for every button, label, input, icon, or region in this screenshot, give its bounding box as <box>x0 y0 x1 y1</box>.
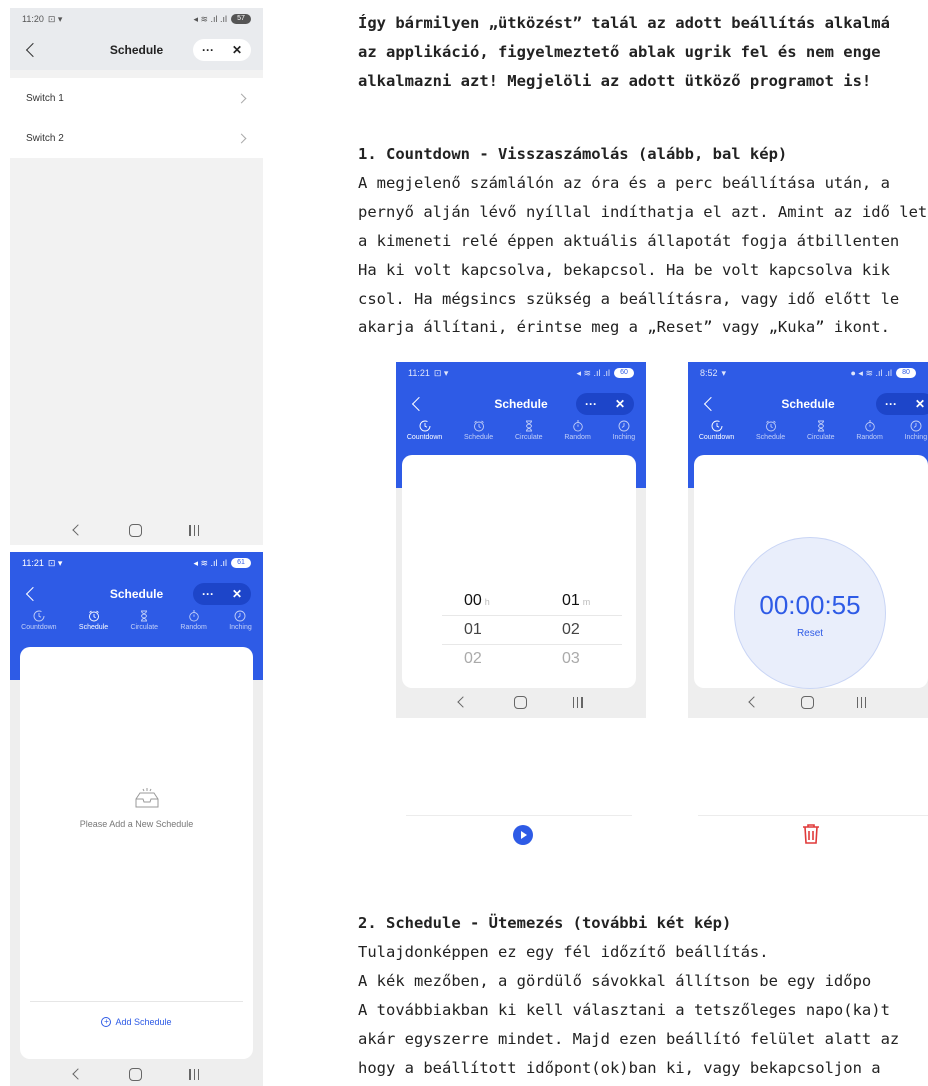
tab-random[interactable]: Random <box>180 610 207 631</box>
status-bar: 11:20 ⊡ ▾ ◂ ≋ .ıl .ıl 57 <box>10 8 263 30</box>
signal-icons: ◂ ≋ .ıl .ıl <box>193 13 227 24</box>
schedule-card: Please Add a New Schedule + Add Schedule <box>20 647 253 1059</box>
article-line: alkalmazni azt! Megjelöli az adott ütköz… <box>358 72 872 90</box>
more-icon[interactable]: ··· <box>202 587 214 601</box>
article-line: akár egyszerre mindet. Majd ezen beállít… <box>358 1030 900 1048</box>
title-bar: Schedule ··· ✕ <box>10 30 263 70</box>
switch-label: Switch 2 <box>26 132 64 144</box>
article-line: akarja állítani, érintse meg a „Reset” v… <box>358 318 890 336</box>
mini-program-capsule: ··· ✕ <box>193 39 251 61</box>
close-icon[interactable]: ✕ <box>232 43 242 57</box>
tab-label: Random <box>180 624 207 631</box>
section-heading: 1. Countdown - Visszaszámolás (alább, ba… <box>358 145 788 163</box>
switch-item-1[interactable]: Switch 1 <box>10 78 263 118</box>
stopwatch-icon <box>188 610 199 622</box>
empty-state-text: Please Add a New Schedule <box>79 819 194 829</box>
tab-label: Inching <box>229 624 252 631</box>
status-time: 11:20 <box>22 14 44 24</box>
nav-recents-icon[interactable] <box>189 1068 200 1080</box>
divider <box>30 1001 243 1002</box>
tab-label: Countdown <box>21 624 57 631</box>
phone-screenshot-switch-list: 11:20 ⊡ ▾ ◂ ≋ .ıl .ıl 57 Schedule ··· ✕ Sw… <box>10 8 263 545</box>
mode-tabs: Countdown Schedule Circulate Random Inch… <box>10 610 263 631</box>
add-schedule-label: Add Schedule <box>115 1017 172 1027</box>
alarm-icon <box>88 610 99 622</box>
hourglass-icon <box>141 610 148 622</box>
chevron-right-icon <box>236 93 247 103</box>
battery-icon: 57 <box>231 14 251 24</box>
article-line: Tulajdonképpen ez egy fél időzítő beállí… <box>358 943 769 961</box>
nav-home-icon[interactable] <box>129 1067 143 1081</box>
switch-item-2[interactable]: Switch 2 <box>10 118 263 158</box>
add-schedule-button[interactable]: + Add Schedule <box>20 1017 253 1027</box>
article-line: csol. Ha mégsincs szükség a beállításra,… <box>358 290 900 308</box>
countdown-icon <box>33 610 45 622</box>
article-line: hogy a beállított időpont(ok)ban ki, vag… <box>358 1059 881 1077</box>
phone-screenshot-schedule-empty: 11:21 ⊡ ▾ ◂ ≋ .ıl .ıl 61 Schedule ··· ✕ Co… <box>10 552 263 1086</box>
notification-icons: ⊡ ▾ <box>47 557 63 568</box>
nav-back-icon[interactable] <box>72 524 84 536</box>
article-line: A kék mezőben, a gördülő sávokkal állíts… <box>358 972 872 990</box>
tab-inching[interactable]: Inching <box>229 610 252 631</box>
article-line: pernyő alján lévő nyíllal indíthatja el … <box>358 203 928 221</box>
close-icon[interactable]: ✕ <box>232 587 242 601</box>
tab-circulate[interactable]: Circulate <box>130 610 158 631</box>
tab-countdown[interactable]: Countdown <box>21 610 57 631</box>
battery-icon: 61 <box>231 558 251 568</box>
article-text: Így bármilyen „ütközést” talál az adott … <box>358 0 928 1086</box>
nav-recents-icon[interactable] <box>189 524 200 536</box>
android-nav-bar <box>10 520 263 540</box>
empty-tray-icon <box>135 788 159 808</box>
tab-label: Circulate <box>130 624 159 631</box>
status-time: 11:21 <box>22 558 44 568</box>
article-line: az applikáció, figyelmeztető ablak ugrik… <box>358 43 881 61</box>
section-heading: 2. Schedule - Ütemezés (további két kép) <box>358 914 732 932</box>
inching-icon <box>235 610 246 622</box>
nav-home-icon[interactable] <box>129 523 143 537</box>
switch-list: Switch 1 Switch 2 <box>10 78 263 158</box>
title-bar: Schedule ··· ✕ <box>10 574 263 614</box>
article-line: A továbbiakban ki kell választani a tets… <box>358 1001 890 1019</box>
switch-label: Switch 1 <box>26 92 64 104</box>
notification-icons: ⊡ ▾ <box>47 13 63 24</box>
more-icon[interactable]: ··· <box>202 43 214 57</box>
article-line: Ha ki volt kapcsolva, bekapcsol. Ha be v… <box>358 261 890 279</box>
article-line: Így bármilyen „ütközést” talál az adott … <box>358 14 890 32</box>
nav-back-icon[interactable] <box>72 1068 84 1080</box>
android-nav-bar <box>10 1064 263 1084</box>
status-bar: 11:21 ⊡ ▾ ◂ ≋ .ıl .ıl 61 <box>10 552 263 574</box>
signal-icons: ◂ ≋ .ıl .ıl <box>193 557 227 568</box>
tab-schedule[interactable]: Schedule <box>79 610 108 631</box>
tab-label: Schedule <box>78 624 109 631</box>
chevron-right-icon <box>236 133 247 143</box>
add-circle-icon: + <box>101 1017 112 1027</box>
article-line: A megjelenő számlálón az óra és a perc b… <box>358 174 890 192</box>
article-line: a kimeneti relé éppen aktuális állapotát… <box>358 232 900 250</box>
mini-program-capsule: ··· ✕ <box>193 583 251 605</box>
